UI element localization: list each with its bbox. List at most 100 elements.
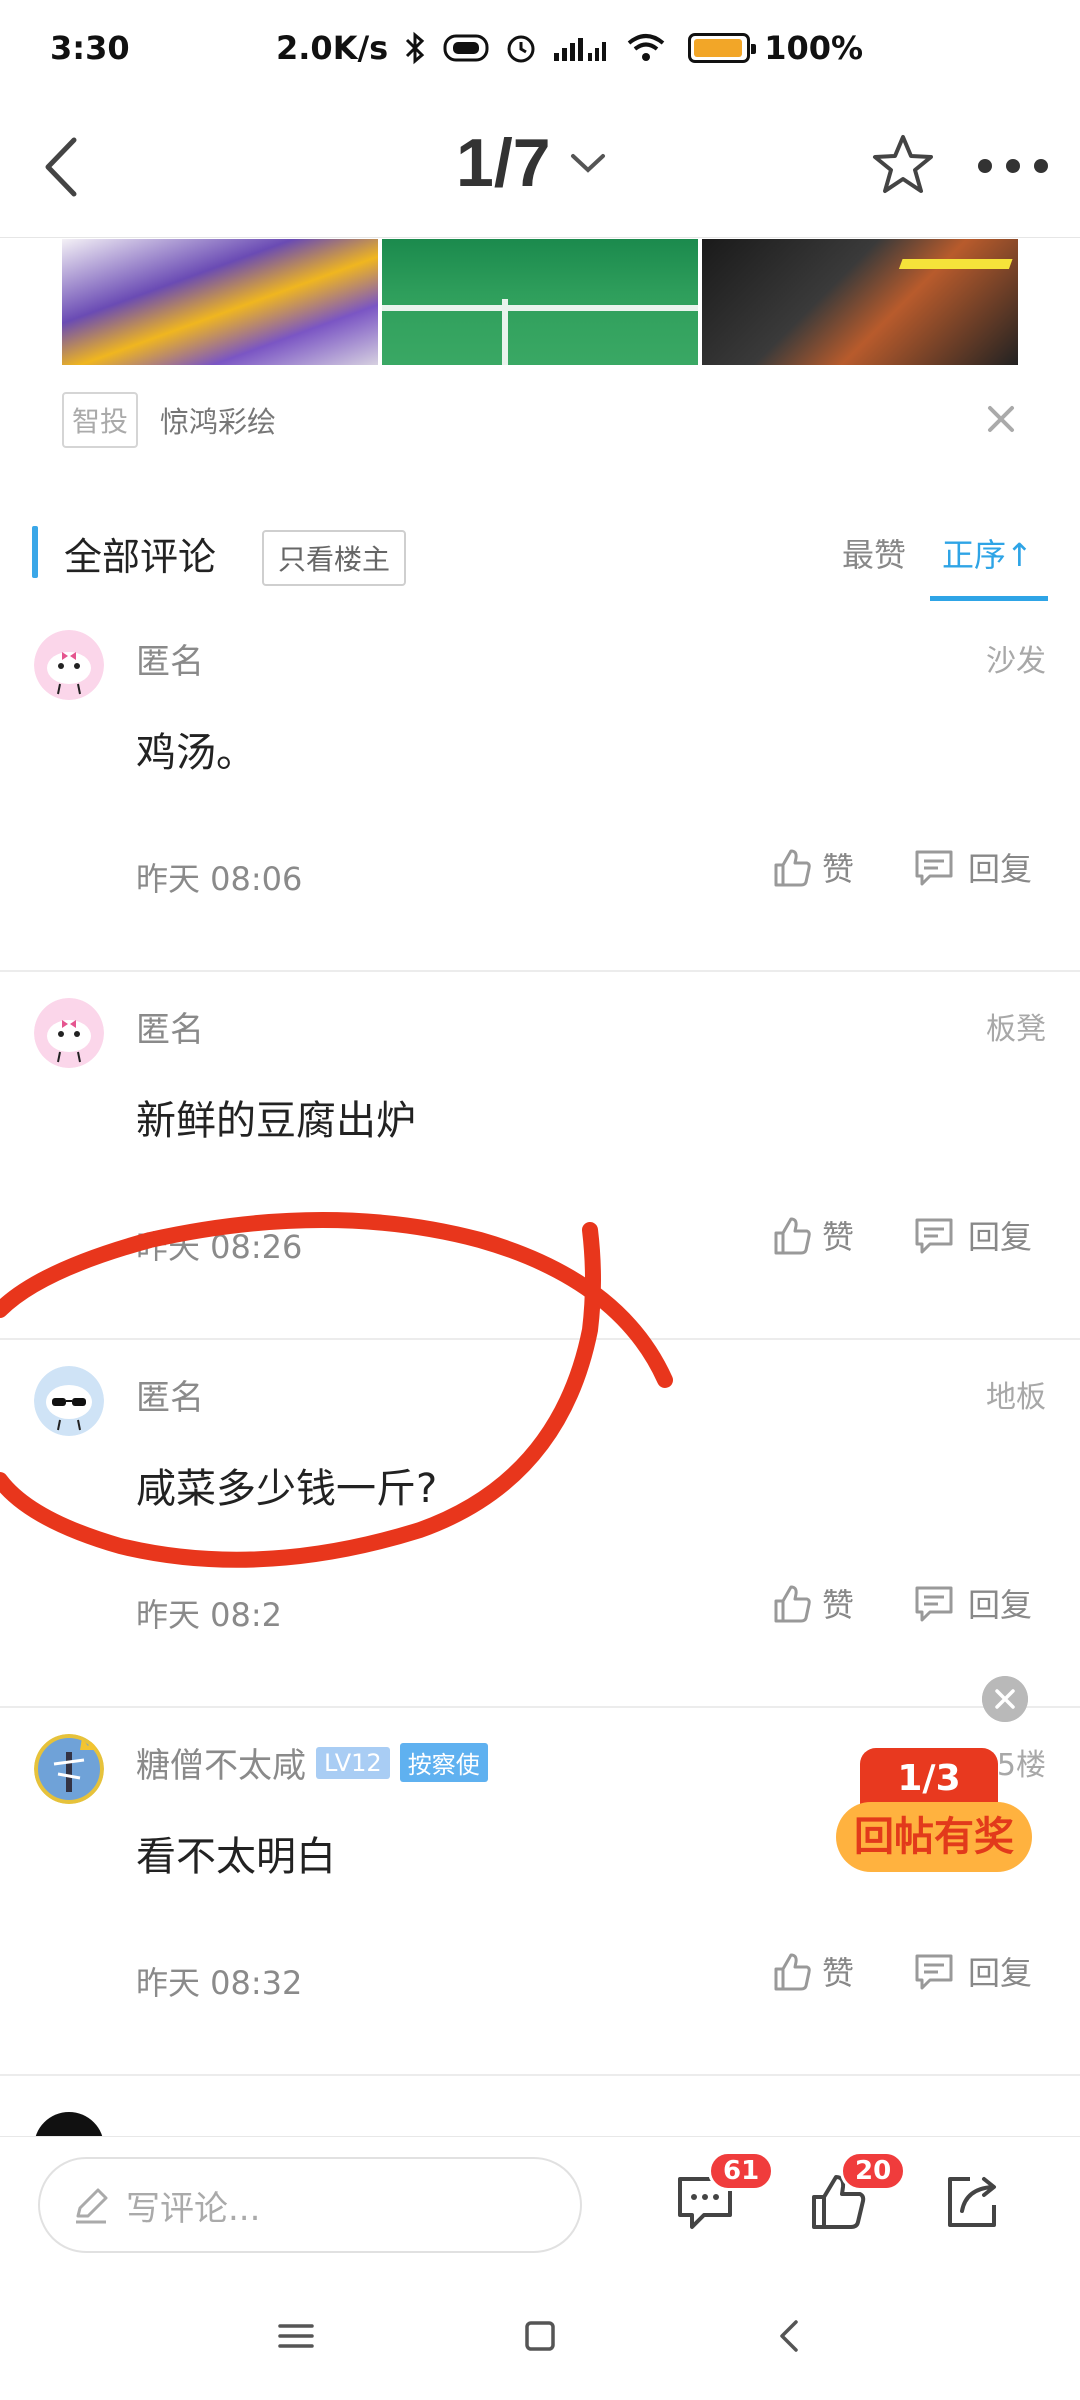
status-time: 3:30 xyxy=(50,29,130,67)
reply-label: 回复 xyxy=(968,1954,1033,1992)
like-button[interactable]: 赞 xyxy=(770,844,854,890)
status-battery-percent: 100% xyxy=(764,29,864,67)
more-options-icon[interactable] xyxy=(978,156,1048,176)
reward-label: 回帖有奖 xyxy=(836,1802,1032,1872)
like-button[interactable]: 赞 xyxy=(770,1212,854,1258)
like-count-badge: 20 xyxy=(840,2151,907,2191)
active-tab-indicator xyxy=(930,596,1048,601)
comment-text: 看不太明白 xyxy=(136,1834,336,1880)
comment-text: 咸菜多少钱一斤? xyxy=(136,1466,438,1512)
avatar[interactable] xyxy=(34,998,104,1068)
ad-advertiser-name[interactable]: 惊鸿彩绘 xyxy=(160,399,276,441)
comment-item[interactable]: 匿名 沙发 鸡汤。 昨天 08:06 赞 回复 xyxy=(0,604,1080,972)
ad-image-graffiti[interactable] xyxy=(702,239,1018,365)
home-icon[interactable] xyxy=(510,2306,570,2366)
page-indicator[interactable]: 1/7 xyxy=(456,124,607,202)
thumbs-up-icon xyxy=(774,849,811,887)
comment-username[interactable]: 匿名 xyxy=(136,634,204,683)
like-label: 赞 xyxy=(822,850,855,888)
close-icon[interactable] xyxy=(982,1676,1028,1722)
wifi-icon xyxy=(627,34,665,61)
thumbs-up-icon xyxy=(774,1217,811,1255)
comment-time: 昨天 08:26 xyxy=(136,1228,303,1266)
like-label: 赞 xyxy=(822,1954,855,1992)
comment-count-badge: 61 xyxy=(708,2151,775,2191)
reply-bubble-icon xyxy=(915,1586,953,1622)
reply-label: 回复 xyxy=(968,850,1033,888)
comment-time: 昨天 08:06 xyxy=(136,860,303,898)
comment-username-text: 糖僧不太咸 xyxy=(136,1746,306,1786)
comments-header: 全部评论 只看楼主 最赞 正序↑ xyxy=(0,516,1080,604)
section-accent-bar xyxy=(32,526,38,578)
ad-meta: 智投 惊鸿彩绘 xyxy=(62,392,1018,448)
sort-by-likes-tab[interactable]: 最赞 xyxy=(842,530,906,576)
write-comment-input[interactable]: 写评论... xyxy=(38,2157,582,2253)
pencil-icon xyxy=(76,2188,108,2224)
reply-bubble-icon xyxy=(915,850,953,886)
comment-username[interactable]: 匿名 xyxy=(136,1370,204,1419)
reply-button[interactable]: 回复 xyxy=(912,844,1032,890)
like-post-button[interactable]: 20 xyxy=(806,2151,907,2239)
only-author-filter-button[interactable]: 只看楼主 xyxy=(262,530,407,586)
reply-bubble-icon xyxy=(915,1954,953,1990)
comment-text: 鸡汤。 xyxy=(136,730,256,776)
sort-ascending-tab[interactable]: 正序↑ xyxy=(942,530,1033,576)
alarm-icon xyxy=(507,35,535,63)
comment-username[interactable]: 糖僧不太咸 LV12 按察使 xyxy=(136,1738,488,1787)
ad-image-strip[interactable] xyxy=(62,239,1018,365)
bluetooth-icon xyxy=(406,31,425,65)
avatar[interactable] xyxy=(34,630,104,700)
floor-label: 地板 xyxy=(986,1380,1046,1415)
status-network-speed: 2.0K/s xyxy=(276,29,389,67)
share-icon xyxy=(948,2177,996,2227)
share-button[interactable] xyxy=(940,2169,1010,2239)
system-navigation-bar xyxy=(0,2270,1080,2400)
comment-username[interactable]: 匿名 xyxy=(136,1002,204,1051)
signal-icon xyxy=(554,38,607,61)
back-icon[interactable] xyxy=(760,2306,820,2366)
ad-tag: 智投 xyxy=(62,392,139,448)
reply-button[interactable]: 回复 xyxy=(912,1580,1032,1626)
reply-reward-badge[interactable]: 1/3 回帖有奖 xyxy=(826,1676,1036,1878)
star-icon[interactable] xyxy=(870,132,936,198)
comment-time: 昨天 08:32 xyxy=(136,1964,303,2002)
role-badge: 按察使 xyxy=(399,1743,488,1782)
reward-progress: 1/3 xyxy=(860,1748,998,1808)
bottom-comment-bar: 写评论... 61 20 xyxy=(0,2136,1080,2270)
comment-text: 新鲜的豆腐出炉 xyxy=(136,1098,416,1144)
page-indicator-text: 1/7 xyxy=(456,125,551,201)
reply-button[interactable]: 回复 xyxy=(912,1948,1032,1994)
status-bar: 3:30 2.0K/s 100% xyxy=(0,0,1080,96)
menu-icon[interactable] xyxy=(266,2306,326,2366)
comments-button[interactable]: 61 xyxy=(674,2151,775,2239)
comments-title: 全部评论 xyxy=(64,535,217,579)
avatar[interactable] xyxy=(34,1366,104,1436)
comment-item[interactable]: 匿名 地板 咸菜多少钱一斤? 昨天 08:2 赞 回复 xyxy=(0,1340,1080,1708)
comment-item[interactable]: 匿名 板凳 新鲜的豆腐出炉 昨天 08:26 赞 回复 xyxy=(0,972,1080,1340)
level-badge: LV12 xyxy=(316,1746,390,1779)
comment-time: 昨天 08:2 xyxy=(136,1596,283,1634)
ad-image-green-floor[interactable] xyxy=(382,239,698,365)
floor-label: 板凳 xyxy=(986,1012,1046,1047)
reply-bubble-icon xyxy=(915,1218,953,1254)
chevron-down-icon xyxy=(570,154,605,173)
avatar[interactable] xyxy=(34,1734,104,1804)
reply-label: 回复 xyxy=(968,1586,1033,1624)
like-label: 赞 xyxy=(822,1586,855,1624)
close-icon[interactable] xyxy=(984,402,1018,436)
like-button[interactable]: 赞 xyxy=(770,1580,854,1626)
top-navigation: 1/7 xyxy=(0,96,1080,238)
status-icons xyxy=(402,31,757,65)
write-comment-placeholder: 写评论... xyxy=(126,2188,261,2229)
like-label: 赞 xyxy=(822,1218,855,1256)
reply-label: 回复 xyxy=(968,1218,1033,1256)
floor-label: 沙发 xyxy=(986,644,1046,679)
back-arrow-icon[interactable] xyxy=(30,132,100,202)
like-button[interactable]: 赞 xyxy=(770,1948,854,1994)
ad-image-basketball-court[interactable] xyxy=(62,239,378,365)
battery-icon xyxy=(688,33,757,63)
reply-button[interactable]: 回复 xyxy=(912,1212,1032,1258)
thumbs-up-icon xyxy=(774,1953,811,1991)
thumbs-up-icon xyxy=(774,1585,811,1623)
vibrate-icon xyxy=(443,34,489,62)
